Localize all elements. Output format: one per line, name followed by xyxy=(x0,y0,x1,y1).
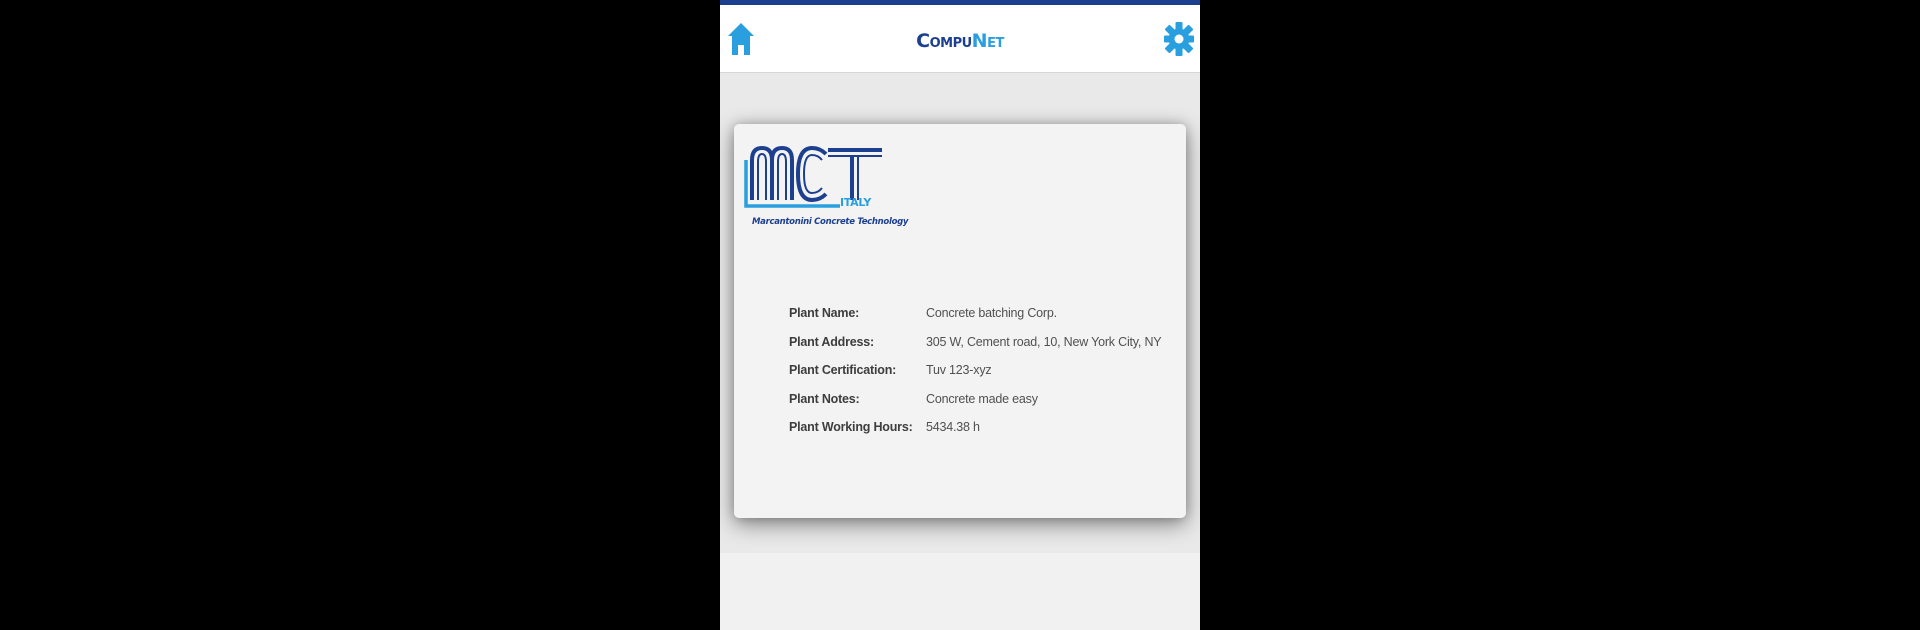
content-area: ITALY Marcantonini Concrete Technology P… xyxy=(720,73,1200,553)
plant-certification-value: Tuv 123-xyz xyxy=(926,363,992,378)
app-brand-logo: CompuNet xyxy=(720,29,1200,53)
plant-address-row: Plant Address: 305 W, Cement road, 10, N… xyxy=(789,328,1169,357)
plant-name-label: Plant Name: xyxy=(789,306,860,321)
app-screen: CompuNet ITALY Marcantonini Concrete Tec… xyxy=(720,0,1200,630)
plant-address-label: Plant Address: xyxy=(789,334,874,349)
settings-button[interactable] xyxy=(1162,17,1196,61)
plant-working-hours-value: 5434.38 h xyxy=(926,420,980,435)
plant-name-row: Plant Name: Concrete batching Corp. xyxy=(789,299,1169,328)
plant-info-list: Plant Name: Concrete batching Corp. Plan… xyxy=(789,299,1169,442)
brand-name-part1: Compu xyxy=(916,30,972,52)
app-header: CompuNet xyxy=(720,5,1200,73)
plant-address-value: 305 W, Cement road, 10, New York City, N… xyxy=(926,334,1162,349)
plant-info-card: ITALY Marcantonini Concrete Technology P… xyxy=(734,124,1186,518)
brand-name-part2: Net xyxy=(971,30,1005,52)
plant-notes-label: Plant Notes: xyxy=(789,391,860,406)
plant-certification-label: Plant Certification: xyxy=(789,363,897,378)
plant-name-value: Concrete batching Corp. xyxy=(926,306,1057,321)
plant-working-hours-label: Plant Working Hours: xyxy=(789,420,913,435)
plant-notes-row: Plant Notes: Concrete made easy xyxy=(789,385,1169,414)
gear-icon xyxy=(1164,22,1194,56)
plant-notes-value: Concrete made easy xyxy=(926,391,1038,406)
plant-working-hours-row: Plant Working Hours: 5434.38 h xyxy=(789,413,1169,442)
plant-certification-row: Plant Certification: Tuv 123-xyz xyxy=(789,356,1169,385)
logo-country: ITALY xyxy=(840,196,872,209)
logo-caption: Marcantonini Concrete Technology xyxy=(752,217,909,227)
